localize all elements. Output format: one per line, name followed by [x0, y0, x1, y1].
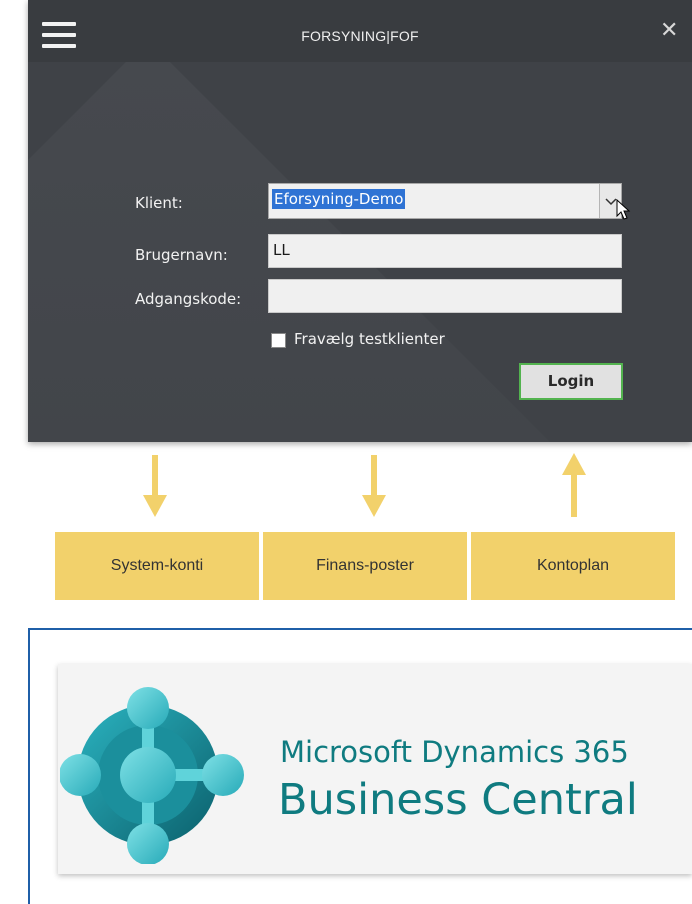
deselect-test-clients-label: Fravælg testklienter: [294, 330, 445, 348]
username-field[interactable]: LL: [268, 234, 622, 268]
product-line-2: Business Central: [278, 775, 638, 825]
window-title: FORSYNING|FOF: [301, 28, 419, 44]
client-select-value: Eforsyning-Demo: [272, 189, 406, 209]
login-button[interactable]: Login: [519, 363, 623, 400]
arrow-down-icon: [362, 455, 386, 517]
deselect-test-clients-checkbox[interactable]: [271, 333, 286, 348]
chart-of-accounts-box: Kontoplan: [471, 532, 675, 600]
client-select[interactable]: Eforsyning-Demo: [268, 183, 622, 219]
client-label: Klient:: [135, 194, 183, 212]
password-label: Adgangskode:: [135, 290, 242, 308]
password-field[interactable]: [268, 279, 622, 313]
title-bar: FORSYNING|FOF ✕: [28, 0, 692, 62]
close-icon[interactable]: ✕: [660, 20, 678, 42]
login-window: FORSYNING|FOF ✕ Klient: Eforsyning-Demo …: [28, 0, 692, 442]
system-accounts-box: System-konti: [55, 532, 259, 600]
product-line-1: Microsoft Dynamics 365: [280, 735, 629, 769]
arrow-down-icon: [143, 455, 167, 517]
mouse-pointer-icon: [616, 199, 631, 220]
arrow-up-icon: [562, 453, 586, 517]
finance-entries-box: Finans-poster: [263, 532, 467, 600]
username-label: Brugernavn:: [135, 246, 228, 264]
business-central-logo-icon: [60, 687, 244, 864]
